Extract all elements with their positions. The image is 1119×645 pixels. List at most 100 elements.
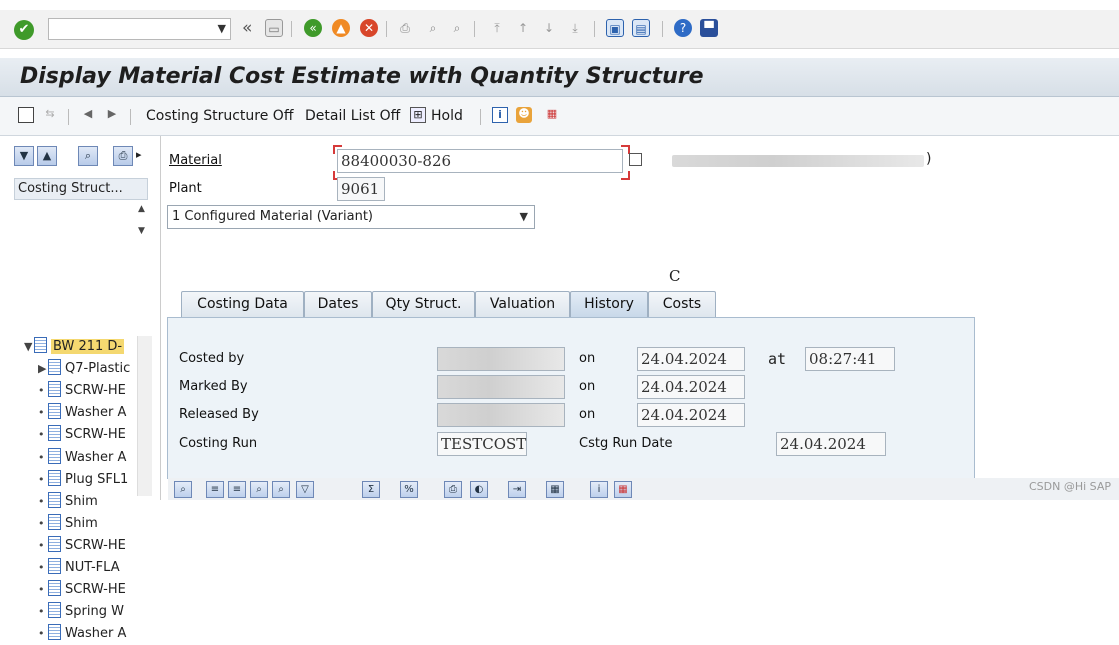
plant-input[interactable]: 9061 [337, 177, 385, 201]
tree-row[interactable]: • NUT-FLA [38, 557, 120, 579]
chevron-down-icon[interactable]: ▼ [218, 22, 226, 35]
exit-icon[interactable]: ▲ [332, 19, 350, 37]
copy-icon[interactable] [629, 153, 642, 166]
sort-descending-icon[interactable]: ≡ [228, 481, 246, 498]
print-icon[interactable]: ⎙ [113, 146, 133, 166]
costed-at-field[interactable]: 08:27:41 [805, 347, 895, 371]
subtotal-icon[interactable]: % [400, 481, 418, 498]
bullet-icon[interactable]: • [38, 579, 48, 601]
list-toolbar: ⌕ ≡ ≡ ⌕ ⌕ ▽ Σ % ⎙ ◐ ⇥ ▦ i ▦ [168, 478, 1119, 500]
bullet-icon[interactable]: • [38, 513, 48, 535]
back-icon[interactable]: « [304, 19, 322, 37]
user-settings-icon[interactable]: ☻ [516, 107, 532, 123]
new-session-icon[interactable]: ▣ [606, 19, 624, 37]
details-icon[interactable]: ⌕ [174, 481, 192, 498]
views-icon[interactable]: ◐ [470, 481, 488, 498]
tree-row[interactable]: • SCRW-HE [38, 579, 126, 601]
tree-row[interactable]: • Plug SFL1 [38, 469, 128, 491]
rewind-icon[interactable]: « [242, 18, 252, 38]
find-icon[interactable]: ⌕ [250, 481, 268, 498]
export-icon[interactable]: ⇥ [508, 481, 526, 498]
bullet-icon[interactable]: • [38, 424, 48, 446]
tree-row[interactable]: • SCRW-HE [38, 535, 126, 557]
scroll-down-icon[interactable]: ▼ [138, 226, 145, 236]
bullet-icon[interactable]: • [38, 491, 48, 513]
check-icon[interactable]: ✔ [14, 20, 34, 40]
bullet-icon[interactable]: • [38, 557, 48, 579]
chevron-down-icon[interactable]: ▼ [520, 206, 528, 228]
find-icon[interactable]: ⌕ [78, 146, 98, 166]
sort-ascending-icon[interactable]: ≡ [206, 481, 224, 498]
tab-valuation[interactable]: Valuation [475, 291, 570, 317]
bullet-icon[interactable]: • [38, 601, 48, 623]
hold-icon[interactable]: ⊞ [410, 107, 426, 123]
new-document-icon[interactable] [18, 107, 34, 123]
variant-select-value: 1 Configured Material (Variant) [172, 209, 373, 224]
previous-arrow-icon[interactable]: ◀ [80, 107, 96, 123]
collapse-all-icon[interactable]: ▲ [37, 146, 57, 166]
previous-page-icon[interactable]: ↑ [514, 19, 532, 37]
released-on-field[interactable]: 24.04.2024 [637, 403, 745, 427]
tab-qty-struct[interactable]: Qty Struct. [372, 291, 475, 317]
bullet-icon[interactable]: • [38, 623, 48, 645]
variant-select[interactable]: 1 Configured Material (Variant) ▼ [167, 205, 535, 229]
calculator-icon[interactable]: ▦ [614, 481, 632, 498]
tree-row[interactable]: • SCRW-HE [38, 380, 126, 402]
bullet-icon[interactable]: • [38, 469, 48, 491]
other-object-icon[interactable]: ⇆ [42, 107, 58, 123]
first-page-icon[interactable]: ⤒ [488, 19, 506, 37]
tree-row[interactable]: • Washer A [38, 402, 126, 424]
costing-structure-off-button[interactable]: Costing Structure Off [146, 108, 293, 124]
material-input[interactable]: 88400030-826 [337, 149, 623, 173]
command-field[interactable]: ▼ [48, 18, 231, 40]
last-page-icon[interactable]: ⤓ [566, 19, 584, 37]
tree-row[interactable]: • Spring W [38, 601, 124, 623]
filter-icon[interactable]: ▽ [296, 481, 314, 498]
find-next-icon[interactable]: ⌕ [448, 19, 466, 37]
tree-column-header[interactable]: Costing Struct... [14, 178, 148, 200]
shortcut-icon[interactable]: ▤ [632, 19, 650, 37]
bullet-icon[interactable]: • [38, 402, 48, 424]
bullet-icon[interactable]: • [38, 535, 48, 557]
tree-row[interactable]: • Washer A [38, 447, 126, 469]
tree-row[interactable]: • SCRW-HE [38, 424, 126, 446]
tree-row[interactable]: • Washer A [38, 623, 126, 645]
scroll-up-icon[interactable]: ▲ [138, 204, 145, 214]
expanded-node-icon[interactable]: ▼ [24, 336, 34, 358]
detail-list-off-button[interactable]: Detail List Off [305, 108, 400, 124]
collapsed-node-icon[interactable]: ▶ [38, 358, 48, 380]
sum-icon[interactable]: Σ [362, 481, 380, 498]
print-icon[interactable]: ⎙ [396, 19, 414, 37]
bullet-icon[interactable]: • [38, 447, 48, 469]
tab-costs[interactable]: Costs [648, 291, 716, 317]
bullet-icon[interactable]: • [38, 380, 48, 402]
marked-on-field[interactable]: 24.04.2024 [637, 375, 745, 399]
tree-scrollbar[interactable] [137, 336, 152, 496]
info-icon[interactable]: i [492, 107, 508, 123]
costed-on-field[interactable]: 24.04.2024 [637, 347, 745, 371]
find-icon[interactable]: ⌕ [424, 19, 442, 37]
expand-all-icon[interactable]: ▼ [14, 146, 34, 166]
tree-row[interactable]: ▶ Q7-Plastic [38, 358, 130, 380]
next-arrow-icon[interactable]: ▶ [104, 107, 120, 123]
cancel-icon[interactable]: ✕ [360, 19, 378, 37]
tree-row[interactable]: • Shim [38, 513, 98, 535]
tab-history[interactable]: History [570, 291, 648, 317]
tree-row[interactable]: • Shim [38, 491, 98, 513]
find-next-icon[interactable]: ⌕ [272, 481, 290, 498]
print-preview-icon[interactable]: ⎙ [444, 481, 462, 498]
tab-costing-data[interactable]: Costing Data [181, 291, 304, 317]
tab-dates[interactable]: Dates [304, 291, 372, 317]
cstg-run-date-field[interactable]: 24.04.2024 [776, 432, 886, 456]
costing-run-field[interactable]: TESTCOST [437, 432, 527, 456]
layout-menu-icon[interactable]: ▀ [700, 19, 718, 37]
more-arrow-icon[interactable]: ▸ [136, 148, 142, 161]
tree-row[interactable]: ▼ BW 211 D- [24, 336, 125, 358]
calculator-icon[interactable]: ▦ [544, 107, 560, 123]
info-icon[interactable]: i [590, 481, 608, 498]
next-page-icon[interactable]: ↓ [540, 19, 558, 37]
hold-button[interactable]: Hold [431, 108, 463, 124]
help-icon[interactable]: ? [674, 19, 692, 37]
layout-icon[interactable]: ▦ [546, 481, 564, 498]
save-icon[interactable]: ▭ [265, 19, 283, 37]
